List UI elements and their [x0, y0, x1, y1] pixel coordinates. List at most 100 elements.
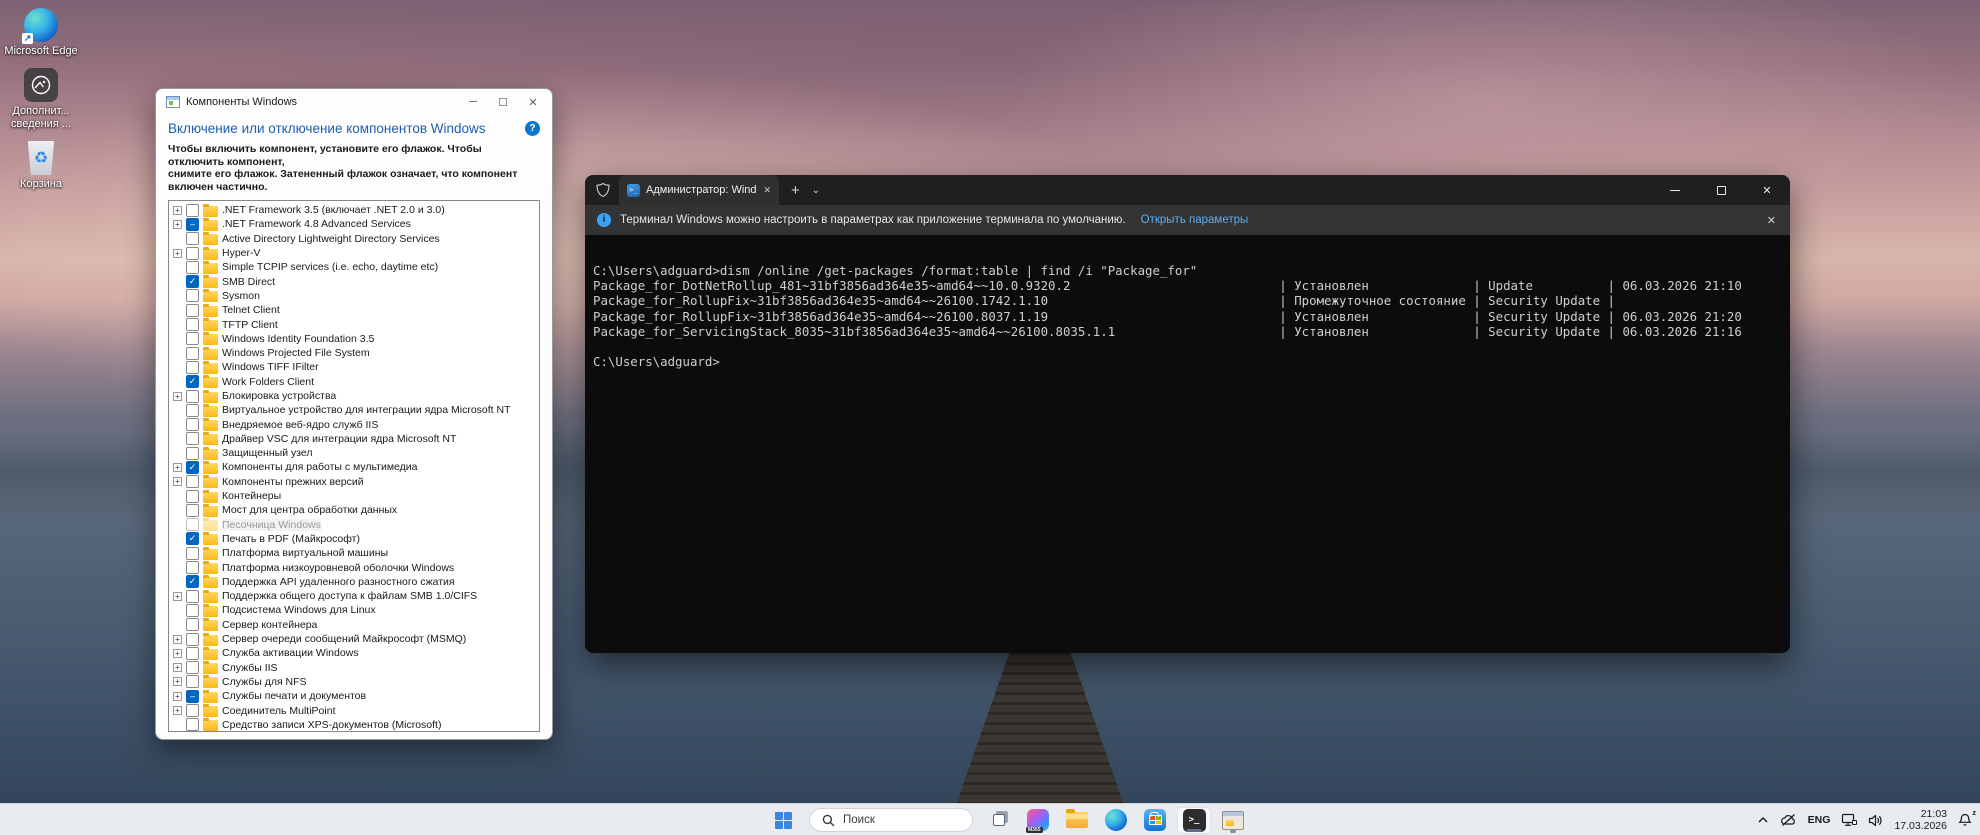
- feature-item[interactable]: Песочница Windows: [173, 518, 539, 532]
- feature-item[interactable]: Платформа виртуальной машины: [173, 546, 539, 560]
- feature-item[interactable]: ✓ Work Folders Client: [173, 375, 539, 389]
- feature-checkbox[interactable]: [186, 603, 199, 617]
- feature-checkbox[interactable]: [186, 503, 199, 517]
- feature-item[interactable]: Active Directory Lightweight Directory S…: [173, 232, 539, 246]
- feature-checkbox[interactable]: [186, 332, 199, 346]
- feature-checkbox[interactable]: [186, 318, 199, 332]
- desktop-icon-info-file[interactable]: Дополнит... сведения ...: [2, 68, 80, 131]
- feature-item[interactable]: Внедряемое веб-ядро служб IIS: [173, 417, 539, 432]
- feature-item[interactable]: Windows Identity Foundation 3.5: [173, 332, 539, 346]
- language-indicator[interactable]: ENG: [1808, 814, 1831, 826]
- feature-item[interactable]: Сервер контейнера: [173, 618, 539, 632]
- feature-checkbox[interactable]: [186, 446, 199, 460]
- feature-item[interactable]: + Служба активации Windows: [173, 646, 539, 660]
- terminal-titlebar[interactable]: >_ Администратор: Windows Po ✕ + ⌄ ✕: [585, 175, 1790, 205]
- expand-plus-icon[interactable]: +: [173, 634, 182, 644]
- task-view-button[interactable]: [982, 807, 1016, 834]
- feature-item[interactable]: Windows TIFF IFilter: [173, 360, 539, 374]
- expand-plus-icon[interactable]: +: [173, 462, 182, 472]
- feature-item[interactable]: Telnet Client: [173, 303, 539, 317]
- terminal-content[interactable]: C:\Users\adguard>dism /online /get-packa…: [585, 235, 1790, 653]
- feature-item[interactable]: + ✓ Компоненты для работы с мультимедиа: [173, 460, 539, 474]
- feature-checkbox[interactable]: [186, 475, 199, 489]
- feature-checkbox[interactable]: [186, 546, 199, 560]
- feature-checkbox[interactable]: [186, 518, 199, 532]
- feature-item[interactable]: Средство записи XPS-документов (Microsof…: [173, 718, 539, 731]
- dialog-titlebar[interactable]: Компоненты Windows ─ ☐ ✕: [156, 89, 552, 115]
- feature-item[interactable]: Контейнеры: [173, 489, 539, 503]
- feature-item[interactable]: + Сервер очереди сообщений Майкрософт (MS…: [173, 632, 539, 646]
- feature-item[interactable]: TFTP Client: [173, 317, 539, 332]
- feature-item[interactable]: Виртуальное устройство для интеграции яд…: [173, 403, 539, 417]
- expand-plus-icon[interactable]: +: [173, 205, 182, 215]
- expand-plus-icon[interactable]: +: [173, 648, 182, 658]
- feature-checkbox[interactable]: ✓: [186, 575, 199, 589]
- expand-plus-icon[interactable]: +: [173, 663, 182, 673]
- feature-item[interactable]: Windows Projected File System: [173, 346, 539, 360]
- terminal-tab[interactable]: >_ Администратор: Windows Po ✕: [619, 175, 779, 205]
- tray-chevron-up-icon[interactable]: [1757, 816, 1769, 824]
- feature-checkbox[interactable]: ✓: [186, 375, 199, 389]
- feature-checkbox[interactable]: [186, 632, 199, 646]
- feature-item[interactable]: ✓ SMB Direct: [173, 274, 539, 289]
- feature-item[interactable]: ✓ Печать в PDF (Майкрософт): [173, 532, 539, 546]
- feature-item[interactable]: + Блокировка устройства: [173, 389, 539, 403]
- feature-checkbox[interactable]: ✓: [186, 532, 199, 546]
- expand-plus-icon[interactable]: +: [173, 691, 182, 701]
- feature-checkbox[interactable]: [186, 232, 199, 246]
- search-input[interactable]: Поиск: [809, 808, 973, 832]
- network-icon[interactable]: [1841, 813, 1858, 827]
- feature-checkbox[interactable]: [186, 203, 199, 217]
- volume-icon[interactable]: [1868, 814, 1883, 827]
- feature-item[interactable]: + Службы IIS: [173, 661, 539, 675]
- file-explorer-button[interactable]: [1060, 807, 1094, 834]
- feature-item[interactable]: ✓ Поддержка API удаленного разностного сж…: [173, 575, 539, 589]
- feature-item[interactable]: Защищенный узел: [173, 446, 539, 460]
- open-settings-link[interactable]: Открыть параметры: [1141, 214, 1249, 226]
- feature-item[interactable]: Подсистема Windows для Linux: [173, 603, 539, 617]
- feature-item[interactable]: Simple TCPIP services (i.e. echo, daytim…: [173, 260, 539, 274]
- cloud-slash-icon[interactable]: [1780, 813, 1797, 827]
- terminal-close-button[interactable]: ✕: [1744, 175, 1790, 205]
- expand-plus-icon[interactable]: +: [173, 248, 182, 258]
- tab-close-icon[interactable]: ✕: [763, 185, 771, 196]
- feature-checkbox[interactable]: –: [186, 689, 199, 703]
- expand-plus-icon[interactable]: +: [173, 219, 182, 229]
- feature-checkbox[interactable]: [186, 718, 199, 731]
- maximize-button[interactable]: ☐: [488, 91, 518, 113]
- feature-checkbox[interactable]: [186, 260, 199, 274]
- feature-item[interactable]: Sysmon: [173, 289, 539, 303]
- feature-item[interactable]: + .NET Framework 3.5 (включает .NET 2.0 и…: [173, 203, 539, 217]
- terminal-minimize-button[interactable]: [1652, 175, 1698, 205]
- infobar-close-icon[interactable]: ✕: [1767, 214, 1776, 227]
- start-button[interactable]: [766, 807, 800, 834]
- feature-checkbox[interactable]: [186, 618, 199, 632]
- feature-checkbox[interactable]: [186, 303, 199, 317]
- feature-item[interactable]: + Службы для NFS: [173, 675, 539, 689]
- tab-dropdown-chevron-icon[interactable]: ⌄: [812, 185, 820, 196]
- edge-button[interactable]: [1099, 807, 1133, 834]
- feature-checkbox[interactable]: ✓: [186, 275, 199, 289]
- feature-checkbox[interactable]: [186, 346, 199, 360]
- feature-checkbox[interactable]: [186, 418, 199, 432]
- feature-checkbox[interactable]: [186, 561, 199, 575]
- feature-checkbox[interactable]: –: [186, 217, 199, 231]
- feature-checkbox[interactable]: [186, 389, 199, 403]
- feature-checkbox[interactable]: [186, 289, 199, 303]
- feature-item[interactable]: Драйвер VSC для интеграции ядра Microsof…: [173, 432, 539, 446]
- feature-item[interactable]: Мост для центра обработки данных: [173, 503, 539, 517]
- close-button[interactable]: ✕: [518, 91, 548, 113]
- feature-item[interactable]: + – .NET Framework 4.8 Advanced Services: [173, 217, 539, 231]
- expand-plus-icon[interactable]: +: [173, 706, 182, 716]
- expand-plus-icon[interactable]: +: [173, 677, 182, 687]
- feature-checkbox[interactable]: [186, 360, 199, 374]
- feature-checkbox[interactable]: [186, 675, 199, 689]
- feature-checkbox[interactable]: [186, 403, 199, 417]
- windows-features-taskbar-button[interactable]: [1216, 807, 1250, 834]
- feature-item[interactable]: + Соединитель MultiPoint: [173, 703, 539, 718]
- minimize-button[interactable]: ─: [458, 91, 488, 113]
- feature-item[interactable]: + Hyper-V: [173, 246, 539, 260]
- clock[interactable]: 21:03 17.03.2026: [1894, 808, 1947, 832]
- copilot-button[interactable]: M365: [1021, 807, 1055, 834]
- desktop-icon-edge[interactable]: ↗ Microsoft Edge: [2, 8, 80, 58]
